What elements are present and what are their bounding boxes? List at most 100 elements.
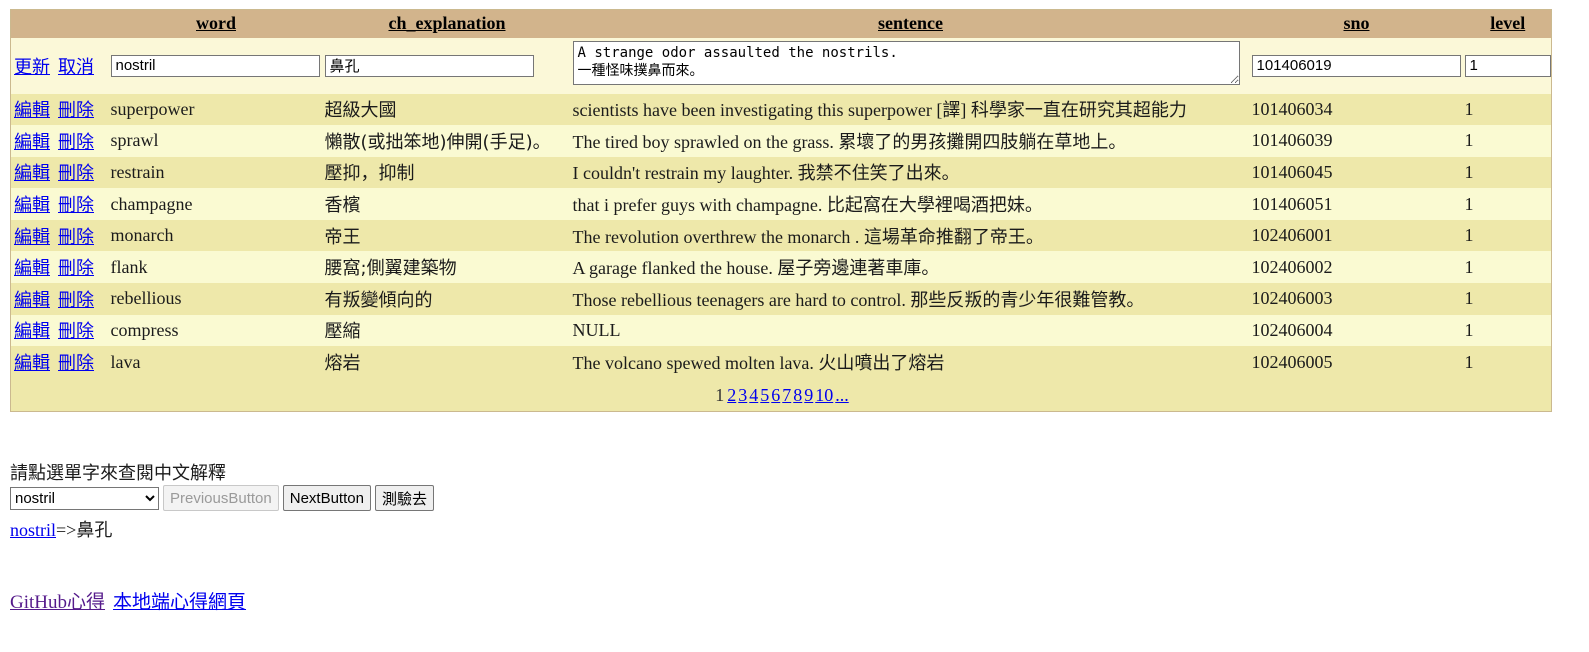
row-actions: 編輯 刪除 — [11, 125, 108, 157]
cell-ch-explanation: 香檳 — [324, 195, 361, 217]
cell-word: champagne — [110, 193, 193, 214]
sort-sno-link[interactable]: sno — [1343, 13, 1369, 33]
table-row: 編輯 刪除 superpower 超級大國 scientists have been i… — [10, 93, 1552, 126]
update-link[interactable]: 更新 — [14, 57, 50, 78]
cell-level: 1 — [1464, 161, 1474, 182]
delete-link[interactable]: 刪除 — [58, 353, 94, 374]
answer-word-link[interactable]: nostril — [10, 520, 56, 540]
word-input[interactable] — [110, 54, 320, 77]
edit-link[interactable]: 編輯 — [14, 227, 50, 248]
pager-link[interactable]: 2 — [727, 385, 736, 405]
cancel-link[interactable]: 取消 — [58, 57, 94, 78]
ch-explanation-input[interactable] — [324, 54, 534, 77]
pager-link[interactable]: 9 — [804, 385, 813, 405]
cell-sno: 101406039 — [1251, 130, 1333, 151]
header-ch-explanation: ch_explanation — [322, 10, 570, 38]
cell-sentence: A garage flanked the house. 屋子旁邊連著車庫。 — [572, 258, 940, 279]
sort-ch-explanation-link[interactable]: ch_explanation — [388, 13, 505, 33]
go-test-button[interactable]: 測驗去 — [374, 485, 434, 511]
sentence-textarea[interactable]: A strange odor assaulted the nostrils. 一… — [572, 41, 1240, 85]
cell-ch-explanation: 壓抑，抑制 — [324, 163, 415, 185]
cell-sno: 101406051 — [1251, 193, 1333, 214]
cell-ch-explanation: 有叛變傾向的 — [324, 289, 433, 311]
edit-link[interactable]: 編輯 — [14, 100, 50, 121]
word-grid: word ch_explanation sentence sno level 更… — [10, 9, 1552, 413]
cell-sno: 101406034 — [1251, 98, 1333, 119]
answer-meaning: 鼻孔 — [76, 520, 113, 541]
edit-link[interactable]: 編輯 — [14, 290, 50, 311]
cell-level: 1 — [1464, 319, 1474, 340]
next-button[interactable]: NextButton — [282, 485, 371, 511]
row-actions: 編輯 刪除 — [11, 157, 108, 189]
cell-sentence: that i prefer guys with champagne. 比起窩在大… — [572, 195, 1043, 216]
table-row: 編輯 刪除 compress 壓縮 NULL 102406004 1 — [10, 314, 1552, 347]
pager-link[interactable]: 6 — [771, 385, 780, 405]
pager-link[interactable]: 7 — [782, 385, 791, 405]
cell-sno: 102406002 — [1251, 256, 1333, 277]
delete-link[interactable]: 刪除 — [58, 100, 94, 121]
cell-sno: 101406045 — [1251, 161, 1333, 182]
header-actions — [11, 10, 108, 38]
sort-sentence-link[interactable]: sentence — [878, 13, 943, 33]
answer-arrow: => — [56, 520, 77, 540]
edit-link[interactable]: 編輯 — [14, 195, 50, 216]
word-select[interactable]: nostril — [10, 486, 159, 510]
previous-button[interactable]: PreviousButton — [163, 485, 279, 511]
pager-link[interactable]: 3 — [738, 385, 747, 405]
cell-level: 1 — [1464, 288, 1474, 309]
edit-sentence-cell: A strange odor assaulted the nostrils. 一… — [570, 38, 1249, 94]
delete-link[interactable]: 刪除 — [58, 163, 94, 184]
cell-level: 1 — [1464, 193, 1474, 214]
cell-word: compress — [110, 319, 179, 340]
edit-link[interactable]: 編輯 — [14, 132, 50, 153]
edit-link[interactable]: 編輯 — [14, 258, 50, 279]
cell-level: 1 — [1464, 225, 1474, 246]
edit-link[interactable]: 編輯 — [14, 353, 50, 374]
edit-level-cell — [1462, 38, 1552, 94]
edit-link[interactable]: 編輯 — [14, 163, 50, 184]
pager-link[interactable]: 5 — [760, 385, 769, 405]
pager-link[interactable]: 10 — [815, 385, 833, 405]
edit-sno-cell — [1249, 38, 1462, 94]
edit-link[interactable]: 編輯 — [14, 321, 50, 342]
edit-row: 更新取消 A strange odor assaulted the nostri… — [10, 37, 1552, 94]
row-actions: 編輯 刪除 — [11, 346, 108, 378]
cell-level: 1 — [1464, 351, 1474, 372]
delete-link[interactable]: 刪除 — [58, 227, 94, 248]
cell-sentence: The tired boy sprawled on the grass. 累壞了… — [572, 131, 1127, 152]
cell-sno: 102406001 — [1251, 225, 1333, 246]
quiz-instruction: 請點選單字來查閱中文解釋 — [10, 463, 226, 484]
pager-link[interactable]: ... — [835, 385, 849, 405]
cell-word: restrain — [110, 161, 165, 182]
delete-link[interactable]: 刪除 — [58, 195, 94, 216]
row-actions: 編輯 刪除 — [11, 188, 108, 220]
cell-ch-explanation: 腰窩;側翼建築物 — [324, 258, 457, 280]
sno-input[interactable] — [1251, 54, 1461, 77]
table-row: 編輯 刪除 monarch 帝王 The revolution overthrew th… — [10, 219, 1552, 252]
cell-sentence: scientists have been investigating this … — [572, 100, 1187, 121]
table-row: 編輯 刪除 sprawl 懶散(或拙笨地)伸開(手足)。 The tired boy s… — [10, 125, 1552, 157]
delete-link[interactable]: 刪除 — [58, 290, 94, 311]
cell-word: sprawl — [110, 130, 159, 151]
pager: 1 2 3 4 5 6 7 8 9 10... — [11, 378, 1552, 412]
pager-link[interactable]: 8 — [793, 385, 802, 405]
cell-sentence: Those rebellious teenagers are hard to c… — [572, 289, 1145, 310]
cell-ch-explanation: 熔岩 — [324, 353, 361, 375]
github-notes-link[interactable]: GitHub心得 — [10, 592, 105, 613]
pager-link[interactable]: 4 — [749, 385, 758, 405]
delete-link[interactable]: 刪除 — [58, 258, 94, 279]
cell-sentence: The revolution overthrew the monarch . 這… — [572, 226, 1044, 247]
cell-level: 1 — [1464, 130, 1474, 151]
cell-word: rebellious — [110, 288, 182, 309]
level-input[interactable] — [1464, 54, 1551, 77]
local-notes-link[interactable]: 本地端心得網頁 — [113, 591, 246, 613]
edit-ch-explanation-cell — [322, 38, 570, 94]
sort-level-link[interactable]: level — [1490, 13, 1525, 33]
cell-word: lava — [110, 351, 141, 372]
cell-sno: 102406003 — [1251, 288, 1333, 309]
sort-word-link[interactable]: word — [196, 13, 236, 33]
row-actions: 編輯 刪除 — [11, 94, 108, 126]
delete-link[interactable]: 刪除 — [58, 132, 94, 153]
cell-ch-explanation: 懶散(或拙笨地)伸開(手足)。 — [324, 131, 551, 153]
delete-link[interactable]: 刪除 — [58, 321, 94, 342]
